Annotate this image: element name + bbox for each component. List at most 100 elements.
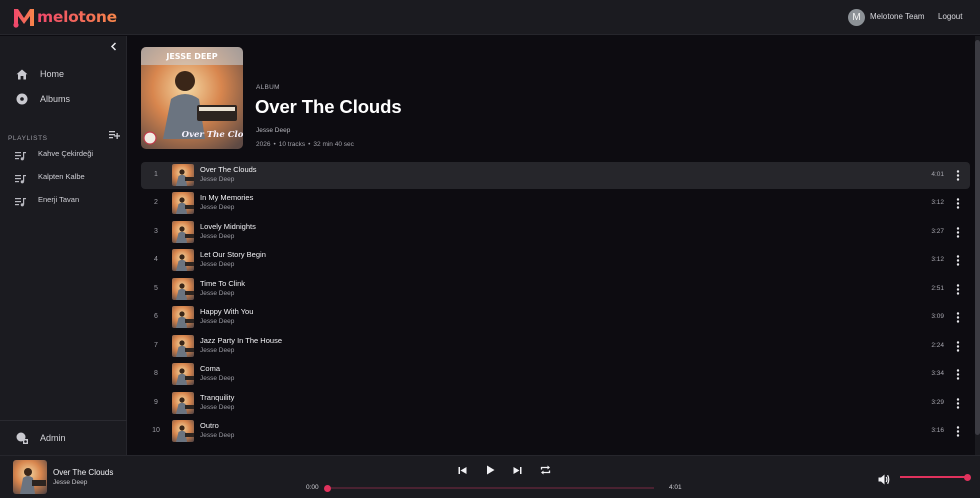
track-row[interactable]: 9 Tranquility Jesse Deep 3:29 bbox=[141, 390, 970, 417]
volume-fill bbox=[900, 476, 967, 478]
more-options-icon[interactable] bbox=[956, 340, 960, 353]
main-scrollbar[interactable] bbox=[975, 36, 980, 455]
track-thumbnail bbox=[172, 420, 194, 442]
playlist-icon bbox=[15, 171, 26, 184]
sidebar-item-home[interactable]: Home bbox=[0, 63, 127, 85]
meta-separator: • bbox=[273, 141, 276, 148]
track-number: 3 bbox=[154, 228, 158, 235]
playlists-heading: PLAYLISTS bbox=[8, 135, 48, 142]
more-options-icon[interactable] bbox=[956, 311, 960, 324]
more-options-icon[interactable] bbox=[956, 425, 960, 438]
track-artist[interactable]: Jesse Deep bbox=[200, 432, 234, 439]
album-year: 2026 bbox=[256, 141, 271, 148]
track-thumbnail bbox=[172, 192, 194, 214]
track-row[interactable]: 10 Outro Jesse Deep 3:16 bbox=[141, 418, 970, 445]
track-title[interactable]: Coma bbox=[200, 364, 220, 373]
track-artist[interactable]: Jesse Deep bbox=[200, 233, 234, 240]
track-duration: 2:51 bbox=[931, 285, 944, 292]
playlist-label: Kalpten Kalbe bbox=[38, 171, 85, 181]
track-row[interactable]: 4 Let Our Story Begin Jesse Deep 3:12 bbox=[141, 247, 970, 274]
more-options-icon[interactable] bbox=[956, 368, 960, 381]
now-playing-artist[interactable]: Jesse Deep bbox=[53, 479, 87, 486]
sidebar-playlist-kalpten-kalbe[interactable]: Kalpten Kalbe bbox=[0, 167, 127, 185]
track-title[interactable]: Happy With You bbox=[200, 307, 253, 316]
sidebar-playlist-enerji-tavan[interactable]: Enerji Tavan bbox=[0, 190, 127, 208]
more-options-icon[interactable] bbox=[956, 283, 960, 296]
album-type-label: ALBUM bbox=[256, 84, 280, 91]
more-options-icon[interactable] bbox=[956, 254, 960, 267]
track-artist[interactable]: Jesse Deep bbox=[200, 176, 234, 183]
track-number: 5 bbox=[154, 285, 158, 292]
melotone-logo[interactable]: melotone bbox=[12, 6, 117, 28]
sidebar-item-albums[interactable]: Albums bbox=[0, 88, 127, 110]
now-playing-title[interactable]: Over The Clouds bbox=[53, 468, 113, 477]
track-title[interactable]: Time To Clink bbox=[200, 279, 245, 288]
track-title[interactable]: Lovely Midnights bbox=[200, 222, 256, 231]
volume-button[interactable] bbox=[878, 472, 890, 485]
collapse-sidebar-button[interactable] bbox=[108, 40, 120, 52]
track-title[interactable]: Let Our Story Begin bbox=[200, 250, 266, 259]
track-artist[interactable]: Jesse Deep bbox=[200, 261, 234, 268]
progress-bar[interactable] bbox=[324, 484, 654, 492]
track-artist[interactable]: Jesse Deep bbox=[200, 290, 234, 297]
track-number: 8 bbox=[154, 370, 158, 377]
track-row[interactable]: 1 Over The Clouds Jesse Deep 4:01 bbox=[141, 162, 970, 189]
sidebar-playlist-kahve-cekirdegi[interactable]: Kahve Çekirdeği bbox=[0, 144, 127, 162]
more-options-icon[interactable] bbox=[956, 197, 960, 210]
track-duration: 3:12 bbox=[931, 199, 944, 206]
playlist-icon bbox=[15, 148, 26, 161]
logout-button[interactable]: Logout bbox=[938, 12, 962, 21]
track-artist[interactable]: Jesse Deep bbox=[200, 347, 234, 354]
now-playing-cover[interactable] bbox=[13, 460, 47, 494]
track-title[interactable]: Over The Clouds bbox=[200, 165, 257, 174]
track-row[interactable]: 7 Jazz Party In The House Jesse Deep 2:24 bbox=[141, 333, 970, 360]
track-number: 10 bbox=[152, 427, 160, 434]
next-track-button[interactable] bbox=[510, 463, 524, 477]
add-playlist-icon[interactable] bbox=[109, 127, 120, 139]
total-time: 4:01 bbox=[669, 484, 682, 491]
track-title[interactable]: In My Memories bbox=[200, 193, 253, 202]
album-artist-link[interactable]: Jesse Deep bbox=[256, 127, 290, 134]
more-options-icon[interactable] bbox=[956, 169, 960, 182]
track-row[interactable]: 6 Happy With You Jesse Deep 3:09 bbox=[141, 304, 970, 331]
sidebar-item-admin[interactable]: Admin bbox=[0, 427, 127, 449]
track-number: 7 bbox=[154, 342, 158, 349]
top-bar: melotone M Melotone Team Logout bbox=[0, 0, 980, 35]
track-duration: 3:34 bbox=[931, 370, 944, 377]
disc-icon bbox=[15, 93, 28, 106]
volume-slider[interactable] bbox=[900, 473, 971, 481]
progress-handle[interactable] bbox=[324, 484, 331, 492]
meta-separator: • bbox=[308, 141, 311, 148]
track-title[interactable]: Jazz Party In The House bbox=[200, 336, 282, 345]
track-artist[interactable]: Jesse Deep bbox=[200, 318, 234, 325]
track-thumbnail bbox=[172, 306, 194, 328]
more-options-icon[interactable] bbox=[956, 397, 960, 410]
track-artist[interactable]: Jesse Deep bbox=[200, 375, 234, 382]
user-name[interactable]: Melotone Team bbox=[870, 12, 925, 21]
album-meta: 2026 • 10 tracks • 32 min 40 sec bbox=[256, 141, 354, 148]
track-artist[interactable]: Jesse Deep bbox=[200, 204, 234, 211]
brand-name: melotone bbox=[37, 8, 117, 26]
playlist-icon bbox=[15, 194, 26, 207]
track-artist[interactable]: Jesse Deep bbox=[200, 404, 234, 411]
repeat-icon bbox=[540, 465, 550, 475]
track-row[interactable]: 2 In My Memories Jesse Deep 3:12 bbox=[141, 190, 970, 217]
album-track-count: 10 tracks bbox=[278, 141, 306, 148]
admin-icon bbox=[15, 432, 28, 445]
scrollbar-thumb[interactable] bbox=[975, 40, 980, 435]
sidebar-divider bbox=[0, 420, 127, 421]
user-avatar[interactable]: M bbox=[848, 9, 865, 26]
track-title[interactable]: Tranquility bbox=[200, 393, 234, 402]
track-row[interactable]: 8 Coma Jesse Deep 3:34 bbox=[141, 361, 970, 388]
album-title: Over The Clouds bbox=[255, 96, 402, 117]
more-options-icon[interactable] bbox=[956, 226, 960, 239]
track-row[interactable]: 5 Time To Clink Jesse Deep 2:51 bbox=[141, 276, 970, 303]
previous-track-button[interactable] bbox=[455, 463, 469, 477]
track-duration: 4:01 bbox=[931, 171, 944, 178]
track-row[interactable]: 3 Lovely Midnights Jesse Deep 3:27 bbox=[141, 219, 970, 246]
volume-handle[interactable] bbox=[964, 473, 971, 481]
skip-next-icon bbox=[513, 466, 521, 474]
play-button[interactable] bbox=[483, 463, 497, 477]
track-title[interactable]: Outro bbox=[200, 421, 219, 430]
repeat-button[interactable] bbox=[538, 463, 552, 477]
